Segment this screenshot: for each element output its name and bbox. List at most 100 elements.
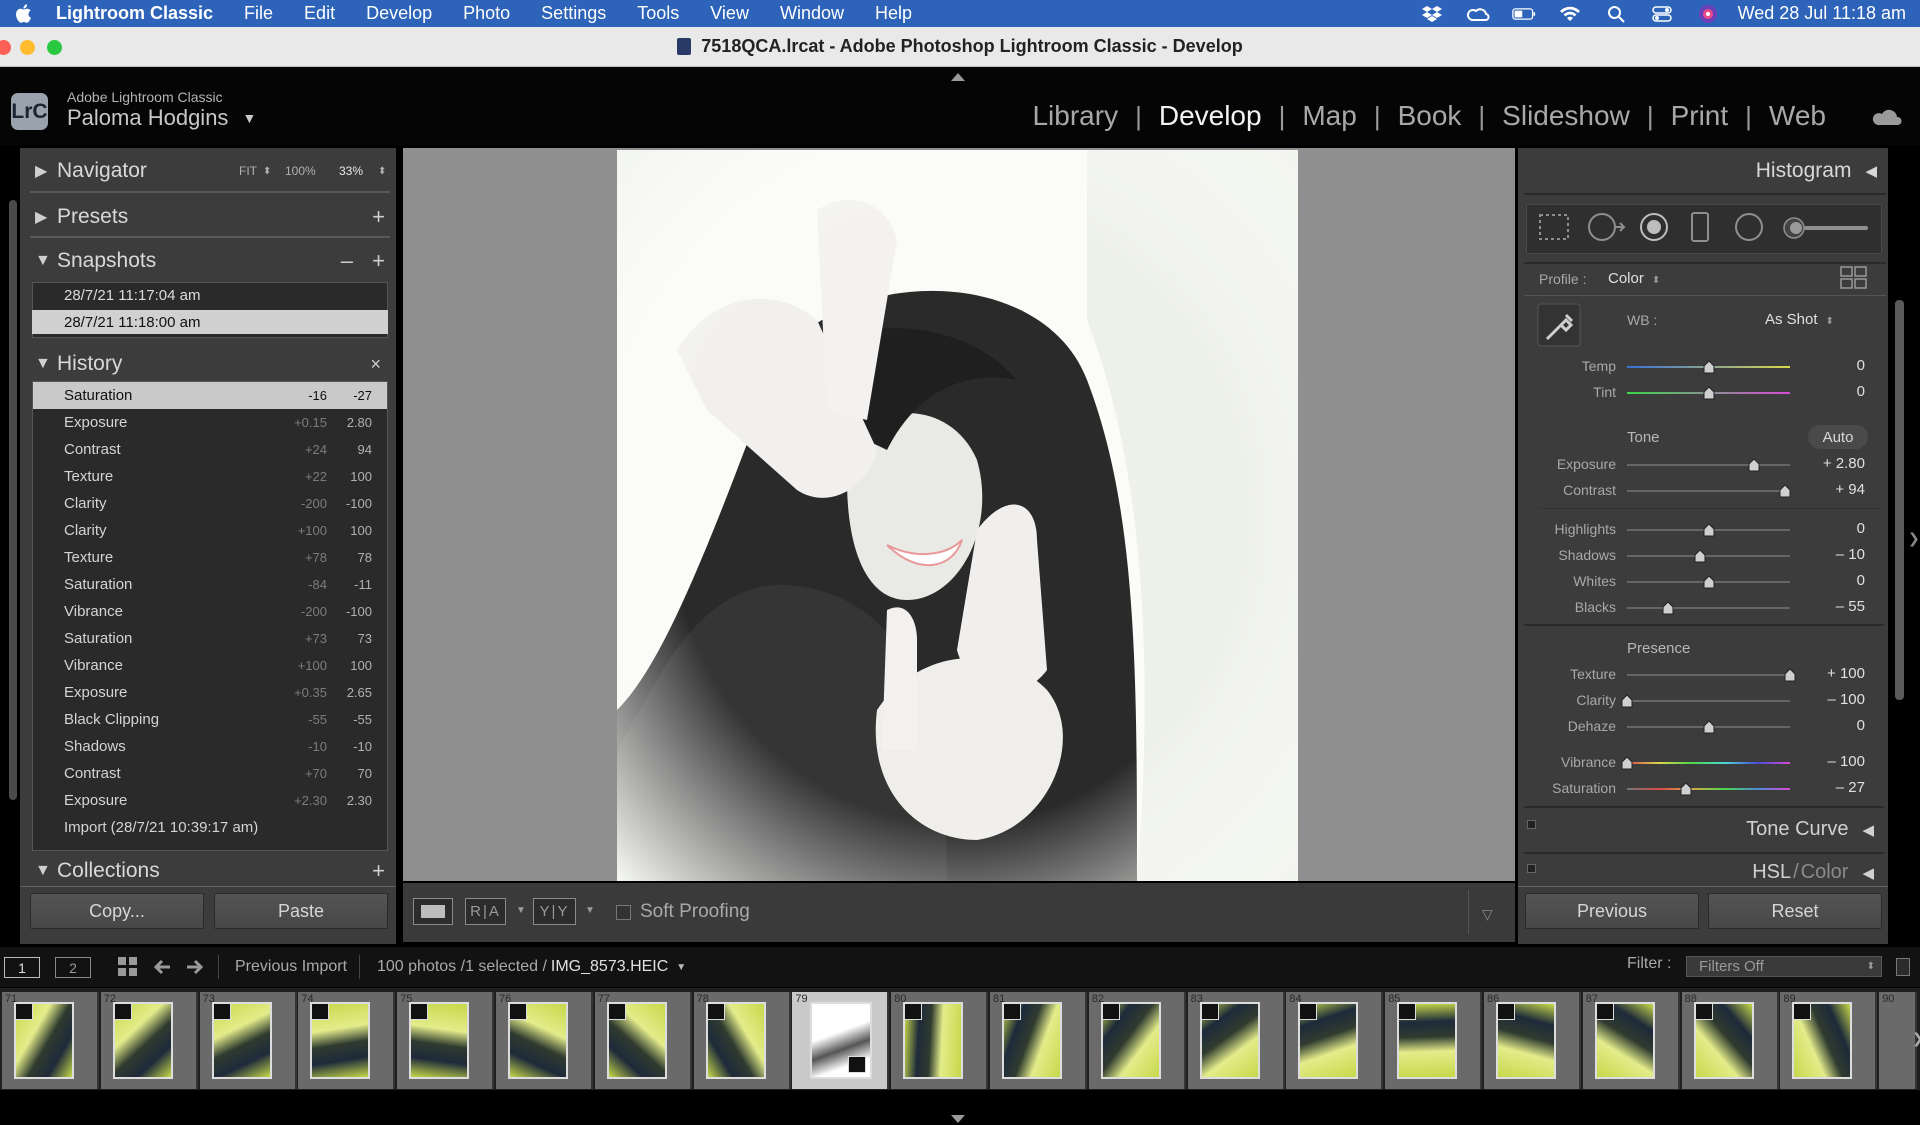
hsl-toggle-switch[interactable] xyxy=(1527,864,1536,873)
apple-menu-icon[interactable] xyxy=(12,3,34,25)
remove-snapshot-icon[interactable]: – xyxy=(341,248,353,274)
module-slideshow[interactable]: Slideshow xyxy=(1502,100,1630,132)
slider-thumb[interactable] xyxy=(1680,782,1692,796)
filter-lock-icon[interactable] xyxy=(1896,958,1910,976)
history-item[interactable]: Clarity -200 -100 xyxy=(33,490,387,517)
filmstrip-scroll-right-icon[interactable]: ❯ xyxy=(1912,1030,1920,1047)
slider-value[interactable]: 0 xyxy=(1805,520,1865,537)
history-item[interactable]: Texture +22 100 xyxy=(33,463,387,490)
control-center-icon[interactable] xyxy=(1650,4,1674,24)
slider-value[interactable]: – 10 xyxy=(1805,546,1865,563)
menu-help[interactable]: Help xyxy=(875,3,912,24)
left-panel-scrollbar[interactable] xyxy=(9,200,17,800)
add-snapshot-icon[interactable]: + xyxy=(372,248,385,274)
menu-settings[interactable]: Settings xyxy=(541,3,606,24)
filmstrip-thumbnail[interactable]: 81 xyxy=(990,992,1087,1089)
slider-thumb[interactable] xyxy=(1703,386,1715,400)
tone-curve-toggle-switch[interactable] xyxy=(1527,820,1536,829)
history-item[interactable]: Contrast +70 70 xyxy=(33,760,387,787)
identity-plate-user[interactable]: Paloma Hodgins ▼ xyxy=(67,105,256,131)
slider-thumb[interactable] xyxy=(1621,756,1633,770)
navigator-zoom-100[interactable]: 100% xyxy=(285,164,316,178)
slider-thumb[interactable] xyxy=(1784,668,1796,682)
wifi-icon[interactable] xyxy=(1558,4,1582,24)
before-after-dropdown-icon[interactable]: ▼ xyxy=(516,905,526,916)
history-item[interactable]: Exposure +0.15 2.80 xyxy=(33,409,387,436)
spotlight-search-icon[interactable] xyxy=(1604,4,1628,24)
menu-photo[interactable]: Photo xyxy=(463,3,510,24)
slider-thumb[interactable] xyxy=(1694,549,1706,563)
cloud-sync-icon[interactable] xyxy=(1872,105,1906,127)
profile-browser-icon[interactable] xyxy=(1840,266,1868,290)
slider-value[interactable]: + 100 xyxy=(1805,665,1865,682)
wb-eyedropper-icon[interactable] xyxy=(1537,303,1581,347)
menu-file[interactable]: File xyxy=(244,3,273,24)
close-window-button[interactable] xyxy=(0,40,11,55)
tone-curve-header[interactable]: Tone Curve ◀ xyxy=(1540,818,1880,841)
menu-edit[interactable]: Edit xyxy=(304,3,335,24)
slider-value[interactable]: – 27 xyxy=(1805,779,1865,796)
menu-view[interactable]: View xyxy=(710,3,749,24)
filmstrip-thumbnail[interactable]: 76 xyxy=(496,992,593,1089)
toolbar-content-dropdown-icon[interactable]: ▽ xyxy=(1482,906,1493,923)
filmstrip-thumbnail[interactable]: 83 xyxy=(1187,992,1285,1089)
filter-dropdown[interactable]: Filters Off ⬍ xyxy=(1686,956,1882,977)
history-collapse-icon[interactable]: ▼ xyxy=(35,355,57,373)
module-develop[interactable]: Develop xyxy=(1159,100,1262,132)
copy-settings-button[interactable]: Copy... xyxy=(30,893,204,929)
slider-track[interactable] xyxy=(1627,674,1790,676)
filmstrip-thumbnail[interactable]: 74 xyxy=(298,992,396,1089)
reset-button[interactable]: Reset xyxy=(1708,893,1882,929)
snapshot-item[interactable]: 28/7/21 11:17:04 am xyxy=(32,283,388,307)
history-item[interactable]: Saturation -84 -11 xyxy=(33,571,387,598)
navigator-header[interactable]: ▶ Navigator FIT ⬍ 100% 33% ⬍ xyxy=(27,152,393,190)
history-item[interactable]: Exposure +2.30 2.30 xyxy=(33,787,387,814)
slider-value[interactable]: + 2.80 xyxy=(1805,455,1865,472)
minimize-window-button[interactable] xyxy=(20,40,35,55)
history-header[interactable]: ▼ History × xyxy=(27,345,393,383)
filmstrip-source[interactable]: Previous Import xyxy=(235,958,347,976)
slider-track[interactable] xyxy=(1627,700,1790,702)
filmstrip-info-dropdown-icon[interactable]: ▼ xyxy=(676,958,686,976)
profile-value[interactable]: Color ⬍ xyxy=(1608,270,1660,287)
snapshots-header[interactable]: ▼ Snapshots – + xyxy=(27,242,393,280)
wb-dropdown-icon[interactable]: ⬍ xyxy=(1826,316,1834,327)
auto-tone-button[interactable]: Auto xyxy=(1808,425,1868,449)
filmstrip-info[interactable]: 100 photos /1 selected / IMG_8573.HEIC ▼ xyxy=(377,958,686,976)
history-item[interactable]: Black Clipping -55 -55 xyxy=(33,706,387,733)
color-tab[interactable]: Color xyxy=(1801,861,1849,884)
module-map[interactable]: Map xyxy=(1302,100,1356,132)
history-item[interactable]: Texture +78 78 xyxy=(33,544,387,571)
back-arrow-icon[interactable] xyxy=(152,957,172,977)
history-item[interactable]: Vibrance -200 -100 xyxy=(33,598,387,625)
paste-settings-button[interactable]: Paste xyxy=(214,893,388,929)
swap-before-after-icon[interactable]: Y|Y xyxy=(533,898,576,925)
navigator-fit[interactable]: FIT xyxy=(239,164,257,178)
adjustment-brush-icon[interactable] xyxy=(1782,216,1872,240)
filmstrip-thumbnail[interactable]: 82 xyxy=(1088,992,1186,1089)
module-web[interactable]: Web xyxy=(1769,100,1826,132)
clear-history-icon[interactable]: × xyxy=(370,354,381,375)
add-collection-icon[interactable]: + xyxy=(372,858,385,884)
crop-overlay-icon[interactable] xyxy=(1537,212,1571,242)
slider-thumb[interactable] xyxy=(1621,694,1633,708)
before-after-view-icon[interactable]: R|A xyxy=(465,898,506,925)
history-item[interactable]: Saturation -16 -27 xyxy=(33,382,387,409)
wb-value[interactable]: As Shot ⬍ xyxy=(1765,311,1834,328)
menu-tools[interactable]: Tools xyxy=(637,3,679,24)
hsl-tab[interactable]: HSL xyxy=(1752,861,1791,884)
tone-curve-expand-icon[interactable]: ◀ xyxy=(1862,821,1874,839)
slider-track[interactable] xyxy=(1627,555,1790,557)
slider-thumb[interactable] xyxy=(1703,575,1715,589)
forward-arrow-icon[interactable] xyxy=(185,957,205,977)
history-item[interactable]: Saturation +73 73 xyxy=(33,625,387,652)
creative-cloud-icon[interactable] xyxy=(1466,4,1490,24)
secondary-window-button[interactable]: 2 xyxy=(55,957,91,978)
filmstrip-thumbnail[interactable]: 75 xyxy=(397,992,495,1089)
histogram-collapse-icon[interactable]: ◀ xyxy=(1865,162,1877,180)
collections-header[interactable]: ▼ Collections + xyxy=(27,852,393,890)
profile-dropdown-icon[interactable]: ⬍ xyxy=(1652,275,1660,286)
history-item[interactable]: Vibrance +100 100 xyxy=(33,652,387,679)
menubar-clock[interactable]: Wed 28 Jul 11:18 am xyxy=(1738,3,1906,24)
navigator-collapse-icon[interactable]: ▶ xyxy=(35,161,57,181)
